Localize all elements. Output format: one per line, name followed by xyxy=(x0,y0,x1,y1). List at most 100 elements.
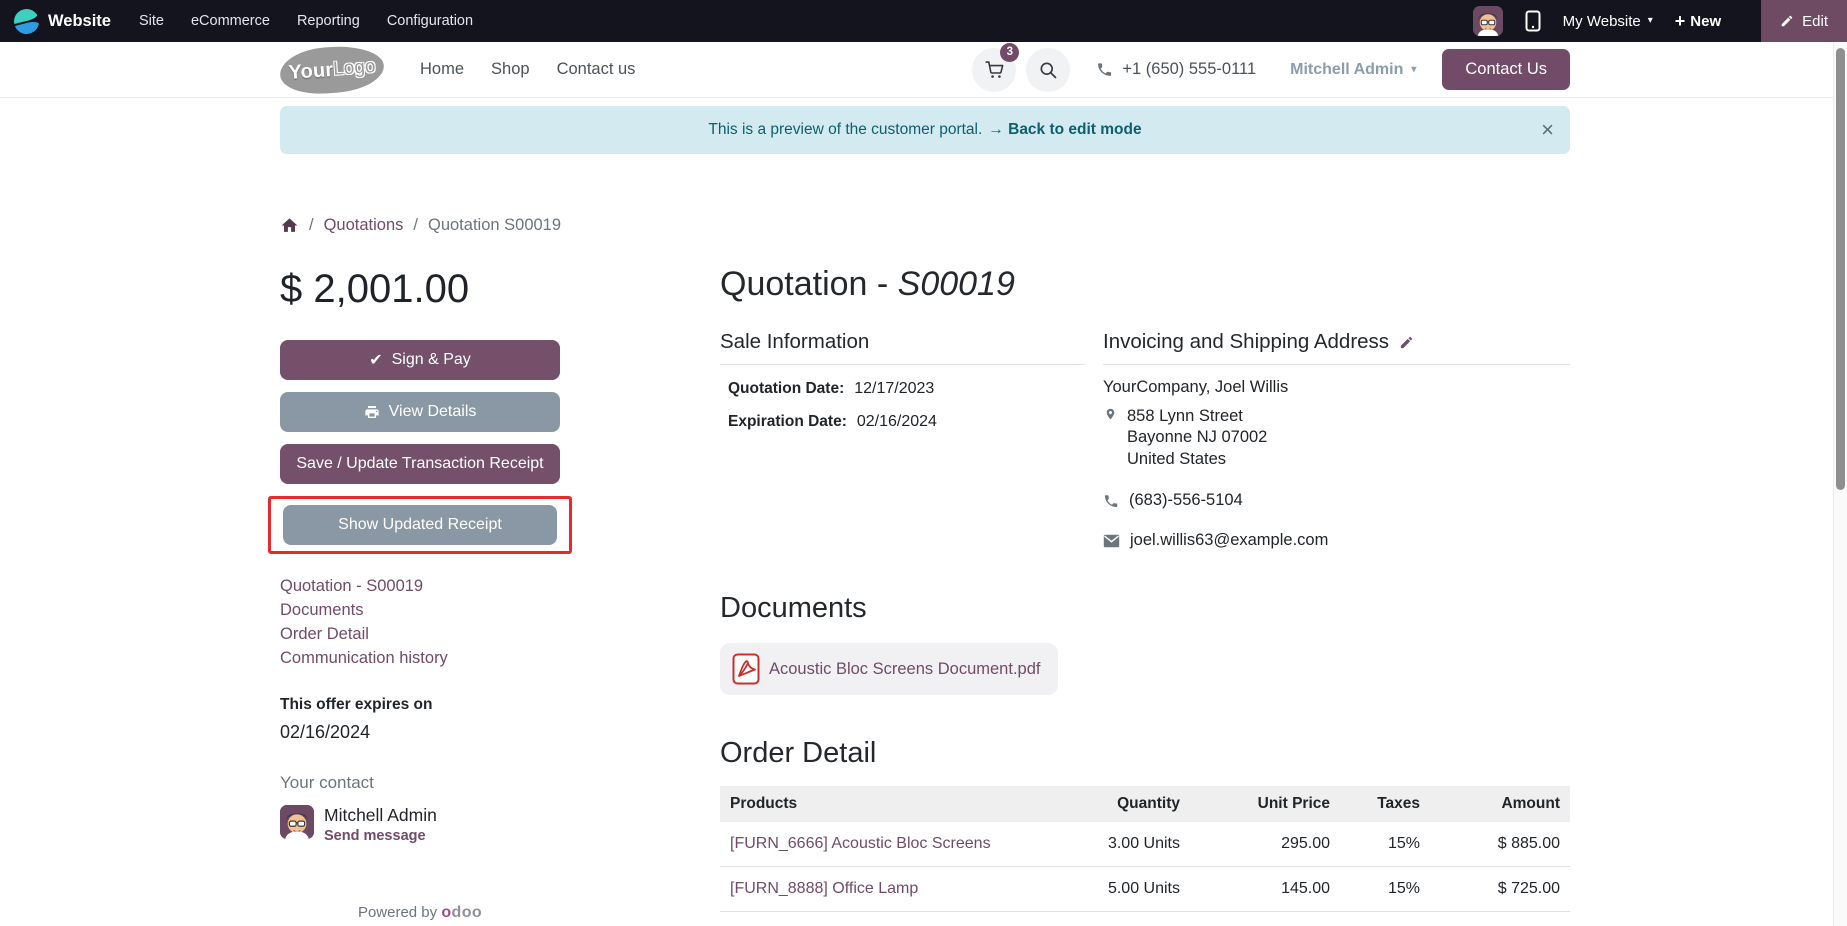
sale-information: Sale Information Quotation Date: 12/17/2… xyxy=(720,330,1085,550)
new-label: New xyxy=(1690,12,1722,30)
address-street: 858 Lynn Street xyxy=(1127,407,1243,425)
breadcrumb-separator: / xyxy=(413,216,418,234)
menu-reporting[interactable]: Reporting xyxy=(297,13,360,29)
offer-expiry-label: This offer expires on xyxy=(280,696,433,713)
col-amount: Amount xyxy=(1430,786,1570,823)
user-dropdown[interactable]: Mitchell Admin ▾ xyxy=(1290,61,1416,79)
order-detail-heading: Order Detail xyxy=(720,737,877,770)
cell-unit-price: 145.00 xyxy=(1190,866,1340,913)
anchor-documents[interactable]: Documents xyxy=(280,598,560,622)
anchor-order-detail[interactable]: Order Detail xyxy=(280,622,560,646)
search-icon xyxy=(1040,62,1057,78)
anchor-communication-history[interactable]: Communication history xyxy=(280,646,560,670)
nav-home[interactable]: Home xyxy=(420,60,464,79)
documents-heading: Documents xyxy=(720,592,867,625)
address-company: YourCompany, Joel Willis xyxy=(1103,378,1289,396)
contact-name: Mitchell Admin xyxy=(324,805,437,825)
check-icon: ✔ xyxy=(369,352,383,369)
cell-taxes: 15% xyxy=(1340,866,1430,913)
cell-taxes: 15% xyxy=(1340,911,1430,926)
backend-menu: Site eCommerce Reporting Configuration xyxy=(139,13,473,29)
view-details-label: View Details xyxy=(388,403,477,420)
address-phone-row: (683)-556-5104 xyxy=(1103,491,1570,510)
website-app-icon xyxy=(11,5,42,37)
mobile-preview-icon[interactable] xyxy=(1525,10,1541,32)
chevron-down-icon: ▾ xyxy=(1647,15,1653,26)
col-quantity: Quantity xyxy=(1055,786,1190,823)
plus-icon: + xyxy=(1674,11,1686,31)
contact-card: Mitchell Admin Send message xyxy=(280,805,560,844)
quotation-date-value: 12/17/2023 xyxy=(854,380,935,397)
odoo-wordmark[interactable]: odoo xyxy=(441,904,482,921)
expiration-date-row: Expiration Date: 02/16/2024 xyxy=(720,413,1085,431)
save-update-receipt-button[interactable]: Save / Update Transaction Receipt xyxy=(280,444,560,484)
breadcrumb-separator: / xyxy=(309,216,314,234)
menu-site[interactable]: Site xyxy=(139,13,164,29)
edit-pencil-icon[interactable] xyxy=(1399,335,1414,350)
menu-configuration[interactable]: Configuration xyxy=(387,13,473,29)
close-icon[interactable]: × xyxy=(1541,119,1554,141)
cell-amount: $ 725.00 xyxy=(1430,866,1570,913)
user-avatar[interactable] xyxy=(1472,6,1503,36)
address-email-row: joel.willis63@example.com xyxy=(1103,531,1570,550)
send-message-link[interactable]: Send message xyxy=(324,828,437,844)
search-button[interactable] xyxy=(1026,47,1071,92)
site-header-right: 3 +1 (650) 555-0111 Mitchell Admin ▾ Con… xyxy=(972,42,1570,92)
breadcrumb-home[interactable] xyxy=(280,216,299,235)
logo-logo-text: Logo xyxy=(332,55,377,80)
nav-shop[interactable]: Shop xyxy=(491,60,530,79)
view-details-button[interactable]: View Details xyxy=(280,392,560,432)
new-button[interactable]: + New xyxy=(1675,12,1721,30)
order-lines-table: Products Quantity Unit Price Taxes Amoun… xyxy=(720,786,1570,926)
cart-button[interactable]: 3 xyxy=(972,42,1020,92)
menu-ecommerce[interactable]: eCommerce xyxy=(191,13,270,29)
banner-message: This is a preview of the customer portal… xyxy=(708,121,983,138)
show-updated-receipt-button[interactable]: Show Updated Receipt xyxy=(283,505,557,545)
quotation-date-label: Quotation Date: xyxy=(728,380,845,397)
scrollbar-track[interactable] xyxy=(1833,42,1847,926)
red-annotation-box: Show Updated Receipt xyxy=(268,496,572,554)
header-phone[interactable]: +1 (650) 555-0111 xyxy=(1096,60,1256,79)
yourlogo-logo[interactable]: Your Logo xyxy=(278,42,386,97)
breadcrumb-quotations[interactable]: Quotations xyxy=(324,216,404,235)
back-to-edit-link[interactable]: → Back to edit mode xyxy=(988,121,1141,139)
app-name: Website xyxy=(48,11,111,30)
page-title: Quotation - S00019 xyxy=(720,265,1570,304)
sign-pay-button[interactable]: ✔ Sign & Pay xyxy=(280,340,560,380)
offer-expiry: This offer expires on 02/16/2024 xyxy=(280,696,560,743)
cart-count-badge: 3 xyxy=(1000,42,1020,62)
contact-avatar xyxy=(280,805,314,839)
my-website-dropdown[interactable]: My Website ▾ xyxy=(1563,13,1653,30)
breadcrumb-current: Quotation S00019 xyxy=(428,216,562,234)
col-unit-price: Unit Price xyxy=(1190,786,1340,823)
address-country: United States xyxy=(1127,449,1227,468)
sidebar-anchors: Quotation - S00019 Documents Order Detai… xyxy=(280,574,560,670)
document-attachment[interactable]: Acoustic Bloc Screens Document.pdf xyxy=(720,643,1059,696)
product-link[interactable]: [FURN_6666] Acoustic Bloc Screens xyxy=(730,835,991,852)
user-name: Mitchell Admin xyxy=(1290,60,1404,78)
nav-contact-us[interactable]: Contact us xyxy=(557,60,636,79)
product-link[interactable]: [FURN_8888] Office Lamp xyxy=(730,880,918,897)
odoo-o: o xyxy=(441,904,452,921)
powered-by-text: Powered by xyxy=(357,904,438,921)
info-row: Sale Information Quotation Date: 12/17/2… xyxy=(720,330,1570,550)
address-email: joel.willis63@example.com xyxy=(1130,531,1329,550)
anchor-quotation[interactable]: Quotation - S00019 xyxy=(280,574,560,598)
offer-expiry-date: 02/16/2024 xyxy=(280,722,371,742)
edit-button[interactable]: Edit xyxy=(1761,0,1847,42)
cart-icon xyxy=(985,61,1004,78)
table-header-row: Products Quantity Unit Price Taxes Amoun… xyxy=(720,786,1570,823)
table-row: [FURN_8888] Office Lamp 5.00 Units 145.0… xyxy=(720,866,1570,913)
chevron-down-icon: ▾ xyxy=(1411,63,1417,75)
location-pin-icon xyxy=(1106,408,1115,420)
contact-us-button[interactable]: Contact Us xyxy=(1442,49,1570,90)
address-phone: (683)-556-5104 xyxy=(1129,491,1243,510)
scrollbar-thumb[interactable] xyxy=(1836,48,1845,490)
expiration-date-label: Expiration Date: xyxy=(728,413,847,430)
sign-pay-label: Sign & Pay xyxy=(391,351,471,368)
document-file-name: Acoustic Bloc Screens Document.pdf xyxy=(769,659,1041,678)
cell-taxes: 15% xyxy=(1340,822,1430,868)
website-app-brand[interactable]: Website xyxy=(11,5,111,37)
quotation-date-row: Quotation Date: 12/17/2023 xyxy=(720,380,1085,398)
printer-icon xyxy=(364,406,379,418)
